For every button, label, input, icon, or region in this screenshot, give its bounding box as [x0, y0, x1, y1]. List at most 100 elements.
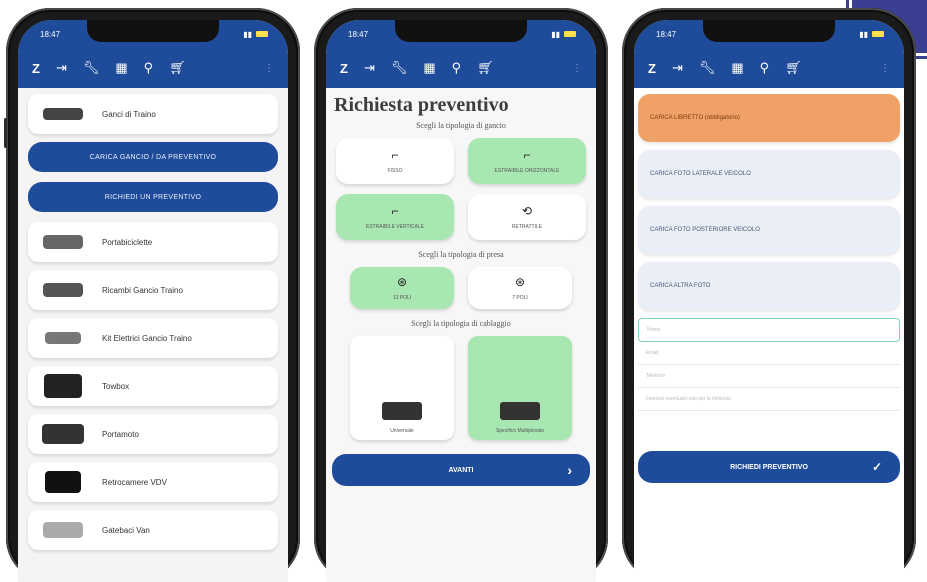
tow-icon[interactable]: ⚲: [144, 60, 154, 76]
option-retrattile[interactable]: ⟲ RETRATTILE: [468, 194, 586, 240]
option-estraibile-verticale[interactable]: ⌐ ESTRAIBILE VERTICALE: [336, 194, 454, 240]
list-item[interactable]: Towbox: [28, 366, 278, 406]
towbar-icon: ⌐: [523, 148, 531, 162]
wrench-icon[interactable]: 🔧︎: [391, 60, 408, 76]
cart-icon[interactable]: 🛒︎: [477, 60, 494, 76]
upload-other-photo-button[interactable]: CARICA ALTRA FOTO: [638, 262, 900, 310]
status-time: 18:47: [348, 29, 369, 39]
option-label: 7 POLI: [512, 295, 528, 301]
socket-icon: ⊛: [514, 275, 526, 289]
screen: 18:47 ▮▮ Z ⇥ 🔧︎ ▦ ⚲ 🛒︎ ⋮ Richiesta preve…: [326, 20, 596, 582]
upload-rear-photo-button[interactable]: CARICA FOTO POSTERIORE VEICOLO: [638, 206, 900, 254]
option-fisso[interactable]: ⌐ FISSO: [336, 138, 454, 184]
next-button[interactable]: AVANTI ›: [332, 454, 590, 486]
upload-quote-button[interactable]: CARICA GANCIO / DA PREVENTIVO: [28, 142, 278, 172]
screen: 18:47 ▮▮ Z ⇥ 🔧︎ ▦ ⚲ 🛒︎ ⋮ Ganci di Traino…: [18, 20, 288, 582]
email-field[interactable]: Email: [638, 342, 900, 365]
logo-z-icon[interactable]: Z: [340, 61, 348, 76]
status-time: 18:47: [40, 29, 61, 39]
electric-kit-image: [38, 323, 88, 353]
grid-icon[interactable]: ▦: [423, 60, 435, 76]
request-quote-submit-button[interactable]: RICHIEDI PREVENTIVO ✓: [638, 451, 900, 483]
list-item-label: Kit Elettrici Gancio Traino: [102, 333, 192, 343]
chevron-right-icon: ›: [567, 462, 572, 478]
request-quote-button[interactable]: RICHIEDI UN PREVENTIVO: [28, 182, 278, 212]
towbar-icon: ⟲: [521, 204, 533, 218]
option-7-poli[interactable]: ⊛ 7 POLI: [468, 267, 572, 309]
tow-icon[interactable]: ⚲: [760, 60, 770, 76]
section-heading: Scegli la tipologia di cablaggio: [411, 319, 511, 328]
notch: [87, 20, 219, 42]
option-label: RETRATTILE: [511, 224, 543, 230]
login-icon[interactable]: ⇥: [672, 60, 683, 76]
option-label: ESTRAIBILE ORIZZONTALE: [494, 168, 560, 174]
option-label: Universale: [390, 428, 414, 434]
list-item[interactable]: Ganci di Traino: [28, 94, 278, 134]
wrench-icon[interactable]: 🔧︎: [83, 60, 100, 76]
rear-camera-image: [38, 467, 88, 497]
cart-icon[interactable]: 🛒︎: [169, 60, 186, 76]
list-item-label: Retrocamere VDV: [102, 477, 167, 487]
option-specifico-multiplexato[interactable]: Specifico Multiplexato: [468, 336, 572, 440]
submit-button-label: RICHIEDI PREVENTIVO: [730, 463, 808, 471]
notes-field[interactable]: Inserisci eventuali note per la richiest…: [638, 388, 900, 411]
list-item[interactable]: Kit Elettrici Gancio Traino: [28, 318, 278, 358]
app-toolbar: Z ⇥ 🔧︎ ▦ ⚲ 🛒︎ ⋮: [18, 48, 288, 88]
list-item-label: Portabiciclette: [102, 237, 153, 247]
phone-field[interactable]: Telefono: [638, 365, 900, 388]
login-icon[interactable]: ⇥: [56, 60, 67, 76]
phone-mockup-catalog: 18:47 ▮▮ Z ⇥ 🔧︎ ▦ ⚲ 🛒︎ ⋮ Ganci di Traino…: [4, 8, 300, 582]
option-13-poli[interactable]: ⊛ 13 POLI: [350, 267, 454, 309]
motorbike-carrier-image: [38, 419, 88, 449]
list-item[interactable]: Ricambi Gancio Traino: [28, 270, 278, 310]
option-label: 13 POLI: [392, 295, 412, 301]
list-item-label: Ganci di Traino: [102, 109, 156, 119]
battery-icon: [564, 31, 576, 37]
towbar-icon: ⌐: [391, 148, 399, 162]
socket-icon: ⊛: [396, 275, 408, 289]
name-field[interactable]: Nome: [638, 318, 900, 342]
signal-icon: ▮▮: [859, 29, 868, 39]
option-universale[interactable]: Universale: [350, 336, 454, 440]
list-item[interactable]: Gatebaci Van: [28, 510, 278, 550]
list-item-label: Gatebaci Van: [102, 525, 150, 535]
towbar-icon: ⌐: [391, 204, 399, 218]
spare-parts-image: [38, 275, 88, 305]
logo-z-icon[interactable]: Z: [32, 61, 40, 76]
section-heading: Scegli la tipologia di presa: [418, 250, 504, 259]
option-estraibile-orizzontale[interactable]: ⌐ ESTRAIBILE ORIZZONTALE: [468, 138, 586, 184]
list-item[interactable]: Portamoto: [28, 414, 278, 454]
check-icon: ✓: [871, 460, 882, 474]
upload-side-photo-button[interactable]: CARICA FOTO LATERALE VEICOLO: [638, 150, 900, 198]
battery-icon: [256, 31, 268, 37]
menu-icon[interactable]: ⋮: [264, 63, 274, 74]
app-toolbar: Z ⇥ 🔧︎ ▦ ⚲ 🛒︎ ⋮: [634, 48, 904, 88]
login-icon[interactable]: ⇥: [364, 60, 375, 76]
menu-icon[interactable]: ⋮: [880, 63, 890, 74]
page-title: Richiesta preventivo: [334, 94, 509, 116]
grid-icon[interactable]: ▦: [731, 60, 743, 76]
bike-rack-image: [38, 227, 88, 257]
list-item[interactable]: Retrocamere VDV: [28, 462, 278, 502]
status-time: 18:47: [656, 29, 677, 39]
cart-icon[interactable]: 🛒︎: [785, 60, 802, 76]
grid-icon[interactable]: ▦: [115, 60, 127, 76]
option-label: FISSO: [387, 168, 403, 174]
list-item-label: Portamoto: [102, 429, 139, 439]
option-label: ESTRAIBILE VERTICALE: [366, 224, 424, 230]
logo-z-icon[interactable]: Z: [648, 61, 656, 76]
notch: [703, 20, 835, 42]
tow-icon[interactable]: ⚲: [452, 60, 462, 76]
signal-icon: ▮▮: [243, 29, 252, 39]
socket-type-options: ⊛ 13 POLI ⊛ 7 POLI: [326, 267, 596, 309]
battery-icon: [872, 31, 884, 37]
wrench-icon[interactable]: 🔧︎: [699, 60, 716, 76]
option-label: Specifico Multiplexato: [495, 428, 545, 434]
towbar-image: [38, 99, 88, 129]
upload-registration-button[interactable]: CARICA LIBRETTO (obbligatorio): [638, 94, 900, 142]
list-item[interactable]: Portabiciclette: [28, 222, 278, 262]
menu-icon[interactable]: ⋮: [572, 63, 582, 74]
signal-icon: ▮▮: [551, 29, 560, 39]
notch: [395, 20, 527, 42]
section-heading: Scegli la tipologia di gancio: [416, 121, 506, 130]
